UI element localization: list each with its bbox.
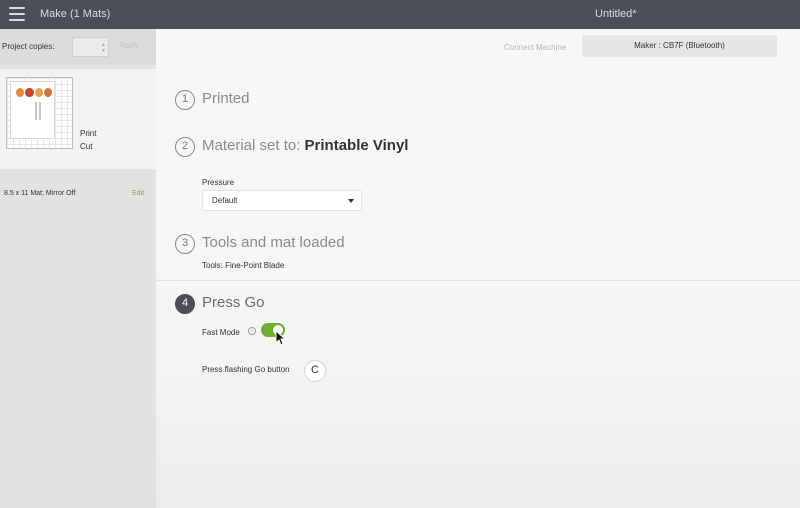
left-panel: Project copies: ▲ ▼ Apply Print Cut 8.5 x…: [0, 29, 156, 508]
mat-card[interactable]: Print Cut: [0, 69, 156, 169]
connect-machine-label: Connect Machine: [504, 43, 567, 52]
step-3-title: Tools and mat loaded: [202, 234, 345, 251]
fast-mode-label: Fast Mode: [202, 328, 240, 337]
step-1-title: Printed: [202, 90, 250, 107]
go-icon[interactable]: C: [304, 360, 326, 382]
mat-artwork: [16, 88, 52, 99]
pressure-select[interactable]: Default: [202, 190, 362, 211]
material-name: Printable Vinyl: [304, 137, 409, 154]
mouse-cursor-icon: [275, 330, 287, 346]
divider: [156, 280, 800, 281]
mat-print-label: Print: [80, 129, 97, 138]
mat-thumbnail[interactable]: [6, 77, 73, 149]
edit-mat-link[interactable]: Edit: [132, 190, 144, 197]
mat-cut-silhouette: [35, 102, 41, 120]
material-prefix: Material set to:: [202, 137, 301, 154]
project-copies-row: Project copies: ▲ ▼ Apply: [0, 29, 156, 65]
step-4-circle: 4: [175, 294, 195, 314]
apply-button[interactable]: Apply: [119, 41, 139, 50]
press-go-label: Press flashing Go button: [202, 365, 290, 374]
step-2-circle: 2: [175, 137, 195, 157]
main-panel: Connect Machine Maker : CB7F (Bluetooth)…: [156, 29, 800, 508]
mat-info: 8.5 x 11 Mat; Mirror Off: [4, 190, 76, 197]
document-title: Untitled*: [595, 8, 637, 20]
tools-info: Tools: Fine-Point Blade: [202, 261, 285, 270]
step-1-circle: 1: [175, 90, 195, 110]
project-copies-input[interactable]: ▲ ▼: [72, 37, 109, 57]
mat-cut-label: Cut: [80, 142, 93, 151]
step-4-title: Press Go: [202, 294, 265, 311]
step-3-circle: 3: [175, 234, 195, 254]
top-bar: Make (1 Mats) Untitled*: [0, 0, 800, 29]
stepper-arrows-icon[interactable]: ▲ ▼: [101, 42, 106, 54]
pressure-value: Default: [212, 196, 238, 205]
project-copies-label: Project copies:: [2, 42, 55, 51]
app-title: Make (1 Mats): [40, 8, 111, 20]
caret-down-icon: [348, 199, 354, 203]
step-2-title: Material set to: Printable Vinyl: [202, 137, 408, 154]
info-icon[interactable]: i: [248, 327, 256, 335]
hamburger-icon[interactable]: [9, 7, 25, 21]
machine-select-button[interactable]: Maker : CB7F (Bluetooth): [582, 35, 777, 57]
mat-print-area: [10, 81, 55, 139]
pressure-label: Pressure: [202, 178, 235, 187]
